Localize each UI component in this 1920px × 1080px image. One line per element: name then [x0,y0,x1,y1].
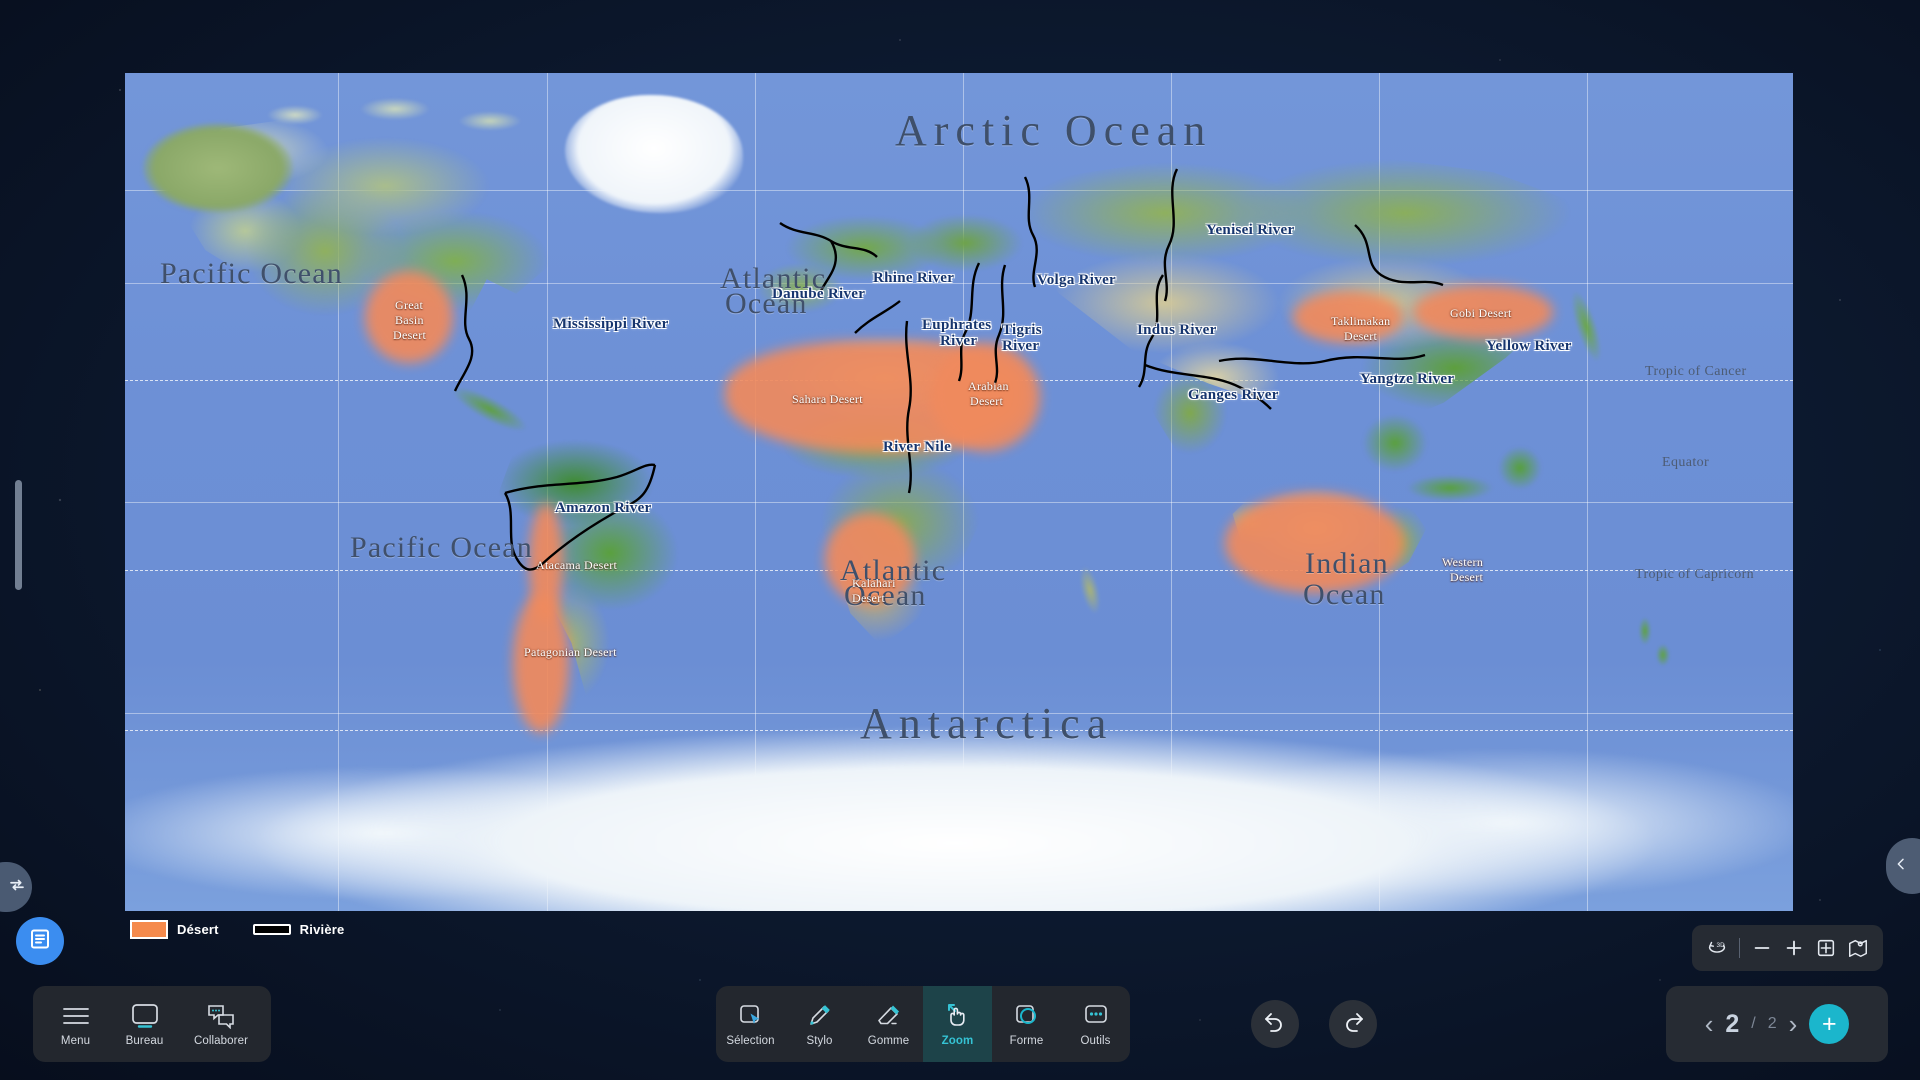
main-toolbar: Sélection Stylo Gomme Zoom Forme Outils [716,986,1130,1062]
left-panel-resize-handle[interactable] [0,862,32,912]
desert-region-western-australia [1225,493,1405,593]
tool-label-gomme: Gomme [867,1035,910,1047]
document-panel-button[interactable] [16,917,64,965]
zoom-out-button[interactable] [1749,935,1775,961]
map-legend: Désert Rivière [130,920,344,939]
hamburger-menu-icon [61,1001,91,1031]
undo-button[interactable] [1251,1000,1299,1048]
tool-label-zoom: Zoom [941,1035,974,1047]
toolbar-label-menu: Menu [60,1035,91,1047]
desert-region-kalahari [825,513,915,605]
landmass-antarctica [125,713,1793,911]
tool-label-selection: Sélection [726,1035,775,1047]
fit-to-screen-button[interactable] [1813,935,1839,961]
pen-icon [805,1001,835,1031]
add-page-label: + [1821,1009,1837,1038]
legend-swatch-river-icon [252,924,291,935]
desert-region-great-basin [365,271,453,363]
zoom-toolbar: 3D [1692,925,1883,971]
tool-gomme[interactable]: Gomme [854,986,923,1062]
landmass-arctic-islands [255,95,555,165]
collapse-panel-chevron-icon [1893,856,1909,876]
tool-outils[interactable]: Outils [1061,986,1130,1062]
desert-region-arabian [930,343,1040,451]
desert-region-taklimakan [1293,291,1403,343]
redo-button[interactable] [1329,1000,1377,1048]
toolbar-item-menu[interactable]: Menu [41,1001,110,1047]
zoom-in-button[interactable] [1781,935,1807,961]
toolbar-item-bureau[interactable]: Bureau [110,1001,179,1047]
document-list-icon [28,927,52,956]
whiteboard-app: Arctic Ocean Pacific Ocean Atlantic Ocean Pa… [0,0,1920,1080]
shape-icon [1012,1001,1042,1031]
toolbar-divider [1739,938,1740,958]
add-page-button[interactable]: + [1809,1004,1850,1044]
legend-label-river: Rivière [299,922,345,937]
more-tools-icon [1081,1001,1111,1031]
next-page-button[interactable]: › [1789,1011,1798,1037]
desktop-icon [129,1001,161,1031]
selection-cursor-icon [736,1001,766,1031]
eraser-icon [874,1001,904,1031]
chat-bubbles-icon [205,1001,237,1031]
tool-label-stylo: Stylo [806,1035,833,1047]
page-separator: / [1751,1015,1756,1032]
resize-vertical-icon [8,876,26,898]
map-canvas[interactable]: Arctic Ocean Pacific Ocean Atlantic Ocean Pa… [125,73,1793,911]
svg-text:3D: 3D [1717,942,1726,949]
undo-arrow-icon [1262,1009,1288,1040]
legend-swatch-desert-icon [130,920,168,939]
legend-item-river: Rivière [252,922,345,937]
legend-item-desert: Désert [130,920,219,939]
toolbar-label-bureau: Bureau [125,1035,164,1047]
toolbar-label-collaborer: Collaborer [193,1035,249,1047]
current-page-number: 2 [1725,1009,1740,1038]
right-panel-collapse-handle[interactable] [1886,838,1920,894]
desert-region-gobi [1413,285,1553,339]
tool-zoom[interactable]: Zoom [923,986,992,1062]
desert-region-patagonian [513,593,569,733]
redo-arrow-icon [1340,1009,1366,1040]
toolbar-item-collaborer[interactable]: Collaborer [179,1001,263,1047]
tool-label-forme: Forme [1009,1035,1044,1047]
tool-selection[interactable]: Sélection [716,986,785,1062]
tropic-of-capricorn-line [125,570,1793,571]
left-toolbar: Menu Bureau Collaborer [33,986,271,1062]
page-navigation: ‹ 2 / 2 › + [1666,986,1888,1062]
tool-label-outils: Outils [1080,1035,1111,1047]
prev-page-button[interactable]: ‹ [1705,1011,1714,1037]
total-page-count: 2 [1767,1015,1777,1032]
vertical-scrollbar[interactable] [15,480,22,590]
landmass-new-zealand [1625,613,1685,673]
legend-label-desert: Désert [177,922,219,937]
tool-forme[interactable]: Forme [992,986,1061,1062]
zoom-hand-icon [942,1001,974,1031]
rotate-3d-button[interactable]: 3D [1704,935,1730,961]
map-location-button[interactable] [1845,935,1871,961]
tool-stylo[interactable]: Stylo [785,986,854,1062]
